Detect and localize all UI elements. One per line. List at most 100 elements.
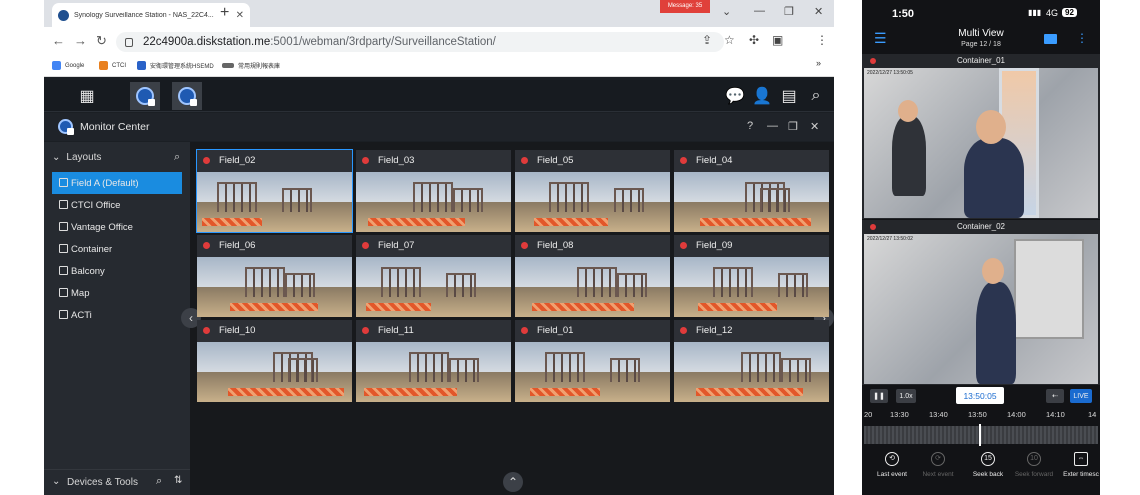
- monitor-app-icon-2[interactable]: [172, 82, 202, 110]
- share-icon[interactable]: ⇪: [702, 33, 712, 47]
- button-label: Exter timesc: [1063, 471, 1099, 478]
- speed-button[interactable]: 1.0x: [896, 389, 916, 403]
- help-icon[interactable]: ?: [747, 120, 753, 132]
- camera-tile[interactable]: Field_11: [356, 320, 511, 402]
- more-bookmarks-icon[interactable]: »: [816, 58, 821, 68]
- camera-tile[interactable]: Field_09: [674, 235, 829, 317]
- devices-tools-bar[interactable]: ⌄ Devices & Tools ⌕ ⇅: [44, 469, 190, 495]
- forward-icon[interactable]: →: [74, 33, 87, 48]
- search-icon[interactable]: ⌕: [801, 82, 831, 110]
- device-search-icon[interactable]: ⌕: [156, 475, 162, 488]
- camera-tile[interactable]: Field_08: [515, 235, 670, 317]
- bookmark-hsemd[interactable]: 安衛環管理系統HSEMD: [137, 61, 214, 70]
- expand-toolbar-icon[interactable]: ⌃: [503, 472, 523, 492]
- camera-tile-header: Field_04: [674, 150, 829, 170]
- widgets-icon[interactable]: ▤: [774, 82, 804, 110]
- network-label: 4G: [1046, 8, 1059, 18]
- camera-name: Field_09: [696, 239, 733, 251]
- mobile-title: Multi View: [958, 28, 1004, 39]
- layout-item-balcony[interactable]: Balcony: [52, 260, 182, 282]
- restore-icon[interactable]: ❐: [784, 5, 794, 18]
- pause-button[interactable]: ❚❚: [870, 389, 888, 403]
- camera-tile[interactable]: Field_03: [356, 150, 511, 232]
- close-tab-icon[interactable]: ✕: [236, 10, 244, 21]
- recording-dot-icon: [680, 156, 687, 164]
- layout-item-vantage-office[interactable]: Vantage Office: [52, 216, 182, 238]
- camera-tile[interactable]: Field_06: [197, 235, 352, 317]
- close-window-icon[interactable]: ✕: [814, 5, 823, 18]
- camera-tile[interactable]: Field_05: [515, 150, 670, 232]
- layout-label: Map: [71, 287, 90, 299]
- feed-barrier: [368, 218, 465, 226]
- live-button[interactable]: LIVE: [1070, 389, 1092, 403]
- feed-steel-structure: [617, 273, 647, 297]
- layout-grid-icon[interactable]: [1044, 34, 1057, 44]
- extend-timescale-button[interactable]: ⇔ Exter timesc: [1062, 450, 1100, 478]
- main-menu-icon[interactable]: ▦: [72, 82, 102, 110]
- layouts-section-header[interactable]: ⌄ Layouts: [52, 152, 101, 163]
- bookmark-google[interactable]: Google: [52, 61, 84, 70]
- camera-feed-container-02[interactable]: Container_02 2022/12/27 13:50:02: [862, 220, 1100, 385]
- playhead[interactable]: [979, 424, 981, 446]
- camera-tile-header: Field_11: [356, 320, 511, 340]
- feed-ground: [515, 372, 670, 402]
- recording-dot-icon: [362, 156, 369, 164]
- monitor-app-icon[interactable]: [130, 82, 160, 110]
- last-event-button[interactable]: ⟲ Last event: [870, 450, 914, 478]
- tick-label: 20: [864, 410, 873, 419]
- side-panel-icon[interactable]: ▣: [772, 33, 783, 47]
- camera-tile[interactable]: Field_07: [356, 235, 511, 317]
- bookmark-star-icon[interactable]: ☆: [724, 33, 735, 47]
- camera-tile[interactable]: Field_12: [674, 320, 829, 402]
- url-input[interactable]: 22c4900a.diskstation.me:5001/webman/3rdp…: [116, 32, 724, 52]
- timeline[interactable]: 20 13:30 13:40 13:50 14:00 14:10 14: [862, 406, 1100, 446]
- user-icon[interactable]: 👤: [747, 82, 777, 110]
- timeline-track[interactable]: [864, 426, 1098, 444]
- person-head: [898, 100, 918, 122]
- reload-icon[interactable]: ↻: [96, 33, 107, 49]
- browser-menu-icon[interactable]: ⋮: [816, 33, 828, 47]
- collapse-icon[interactable]: ⌄: [52, 476, 60, 487]
- camera-tile[interactable]: Field_02: [196, 149, 353, 233]
- minimize-icon[interactable]: —: [754, 5, 765, 17]
- back-to-live-icon[interactable]: ⇠: [1046, 389, 1064, 403]
- camera-tile[interactable]: Field_10: [197, 320, 352, 402]
- feed-steel-structure: [760, 188, 790, 212]
- layout-item-acti[interactable]: ACTi: [52, 304, 182, 326]
- chat-icon[interactable]: 💬: [720, 82, 750, 110]
- layout-search-icon[interactable]: ⌕: [174, 151, 180, 164]
- close-window-icon[interactable]: ✕: [810, 120, 819, 133]
- back-icon[interactable]: ←: [52, 33, 65, 48]
- restore-window-icon[interactable]: ❐: [788, 120, 798, 133]
- minimize-window-icon[interactable]: —: [767, 120, 778, 132]
- recording-dot-icon: [362, 326, 369, 334]
- bookmark-rules[interactable]: 常用規則報表庫: [222, 61, 280, 70]
- feed-steel-structure: [282, 188, 312, 212]
- layout-item-container[interactable]: Container: [52, 238, 182, 260]
- sort-icon[interactable]: ⇅: [174, 475, 182, 486]
- next-event-button[interactable]: ⟳ Next event: [916, 450, 960, 478]
- layout-item-field-a[interactable]: Field A (Default): [52, 172, 182, 194]
- camera-name: Field_02: [219, 154, 256, 166]
- feed-barrier: [230, 303, 318, 311]
- camera-tile[interactable]: Field_04: [674, 150, 829, 232]
- event-controls: ⟲ Last event ⟳ Next event 15 Seek back 10 Se…: [862, 450, 1100, 495]
- bookmark-label: Google: [65, 62, 85, 69]
- last-event-icon: ⟲: [885, 452, 899, 466]
- seek-back-button[interactable]: 15 Seek back: [966, 450, 1010, 478]
- tab-search-icon[interactable]: ⌄: [722, 5, 731, 18]
- current-time[interactable]: 13:50:05: [956, 387, 1004, 404]
- camera-feed-container-01[interactable]: Container_01 2022/12/27 13:50:05: [862, 54, 1100, 219]
- layout-label: CTCI Office: [71, 199, 121, 211]
- camera-name: Field_04: [696, 154, 733, 166]
- layout-item-map[interactable]: Map: [52, 282, 182, 304]
- more-options-icon[interactable]: ⋮: [1076, 31, 1088, 45]
- seek-forward-button[interactable]: 10 Seek forward: [1012, 450, 1056, 478]
- collapse-icon[interactable]: ⌄: [52, 152, 60, 163]
- camera-tile[interactable]: Field_01: [515, 320, 670, 402]
- layout-item-ctci-office[interactable]: CTCI Office: [52, 194, 182, 216]
- camera-tile-header: Field_05: [515, 150, 670, 170]
- bookmark-ctci[interactable]: CTCI: [99, 61, 126, 70]
- extensions-icon[interactable]: ✣: [749, 33, 759, 47]
- new-tab-icon[interactable]: +: [220, 4, 229, 22]
